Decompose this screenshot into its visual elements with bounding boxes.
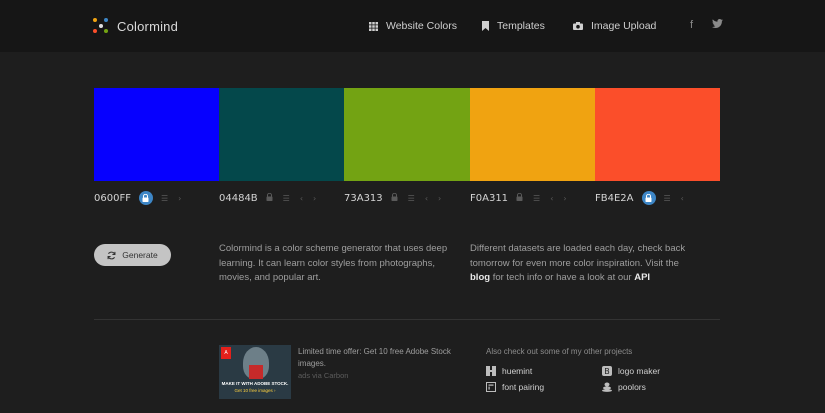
svg-text:B: B [604, 367, 610, 376]
swatch-4-hex[interactable]: F0A311 [470, 193, 508, 204]
project-font-pairing[interactable]: font pairing [486, 381, 544, 393]
ad-image-subcaption: Get 10 free images › [234, 388, 276, 393]
project-huemint-label: huemint [502, 366, 533, 376]
arrow-left-icon[interactable]: ‹ [681, 194, 684, 203]
arrow-right-icon[interactable]: › [563, 194, 566, 203]
lock-icon[interactable] [641, 191, 656, 205]
swatch-5-controls: FB4E2A ☰ ‹ [595, 190, 694, 206]
swatch-1-hex[interactable]: 0600FF [94, 193, 131, 204]
swatch-1[interactable] [94, 88, 220, 181]
project-font-pairing-label: font pairing [502, 382, 545, 392]
adjust-icon[interactable]: ☰ [283, 194, 290, 203]
arrow-left-icon[interactable]: ‹ [425, 194, 428, 203]
lock-icon[interactable] [138, 191, 153, 205]
twitter-icon[interactable] [712, 19, 723, 31]
nav-templates[interactable]: Templates [482, 19, 545, 33]
arrow-left-icon[interactable]: ‹ [300, 194, 303, 203]
arrow-right-icon[interactable]: › [178, 194, 181, 203]
generate-button[interactable]: Generate [94, 244, 171, 266]
project-poolors-label: poolors [618, 382, 646, 392]
swatch-4[interactable] [469, 88, 595, 181]
poolors-icon [602, 382, 612, 392]
swatch-1-controls: 0600FF ☰ › [94, 190, 191, 206]
adjust-icon[interactable]: ☰ [664, 194, 671, 203]
blog-link[interactable]: blog [470, 272, 490, 283]
projects-heading: Also check out some of my other projects [486, 347, 633, 356]
color-palette [94, 88, 721, 181]
brand-logo[interactable]: Colormind [93, 17, 178, 35]
ad-text[interactable]: Limited time offer: Get 10 free Adobe St… [298, 346, 458, 370]
refresh-icon [107, 251, 116, 259]
about-text: Colormind is a color scheme generator th… [219, 243, 448, 283]
nav-image-upload[interactable]: Image Upload [573, 19, 656, 33]
nav-website-colors[interactable]: Website Colors [369, 19, 457, 33]
project-logo-maker-label: logo maker [618, 366, 661, 376]
swatch-3-controls: 73A313 ☰ ‹ › [344, 190, 451, 206]
huemint-icon [486, 366, 496, 376]
swatch-5-hex[interactable]: FB4E2A [595, 193, 634, 204]
nav-image-upload-label: Image Upload [591, 20, 657, 32]
datasets-text-part1: Different datasets are loaded each day, … [470, 243, 686, 269]
lock-icon[interactable] [391, 192, 398, 203]
adjust-icon[interactable]: ☰ [533, 194, 540, 203]
datasets-text-part2: for tech info or have a look at our [490, 272, 635, 283]
project-poolors[interactable]: poolors [602, 381, 646, 393]
facebook-icon[interactable]: f [690, 19, 693, 31]
datasets-text: Different datasets are loaded each day, … [470, 242, 695, 286]
swatch-2-controls: 04484B ☰ ‹ › [219, 190, 326, 206]
brand-name: Colormind [117, 18, 179, 34]
camera-icon [573, 22, 583, 30]
ad-image[interactable]: A MAKE IT WITH ADOBE STOCK. Get 10 free … [219, 345, 291, 399]
adjust-icon[interactable]: ☰ [408, 194, 415, 203]
swatch-5[interactable] [594, 88, 721, 181]
adobe-logo: A [221, 347, 231, 359]
arrow-right-icon[interactable]: › [438, 194, 441, 203]
bookmark-icon [482, 21, 489, 31]
adjust-icon[interactable]: ☰ [161, 194, 168, 203]
nav-website-colors-label: Website Colors [386, 20, 457, 32]
project-huemint[interactable]: huemint [486, 365, 532, 377]
ad-image-caption: MAKE IT WITH ADOBE STOCK. [221, 381, 289, 386]
grid-icon [369, 21, 378, 31]
api-link[interactable]: API [634, 272, 650, 283]
arrow-left-icon[interactable]: ‹ [550, 194, 553, 203]
swatch-2[interactable] [219, 88, 345, 181]
ad-via-carbon[interactable]: ads via Carbon [298, 371, 348, 380]
swatch-4-controls: F0A311 ☰ ‹ › [470, 190, 577, 206]
section-divider [94, 319, 720, 320]
font-pairing-icon [486, 382, 496, 392]
project-logo-maker[interactable]: B logo maker [602, 365, 660, 377]
lock-icon[interactable] [266, 192, 273, 203]
swatch-2-hex[interactable]: 04484B [219, 193, 258, 204]
top-navbar: Colormind Website Colors Templates Image… [0, 0, 825, 52]
logo-maker-icon: B [602, 366, 612, 376]
lock-icon[interactable] [516, 192, 523, 203]
generate-label: Generate [122, 250, 158, 260]
swatch-3[interactable] [344, 88, 470, 181]
arrow-right-icon[interactable]: › [313, 194, 316, 203]
nav-templates-label: Templates [497, 20, 545, 32]
swatch-3-hex[interactable]: 73A313 [344, 193, 383, 204]
colormind-logo-icon [93, 18, 109, 34]
